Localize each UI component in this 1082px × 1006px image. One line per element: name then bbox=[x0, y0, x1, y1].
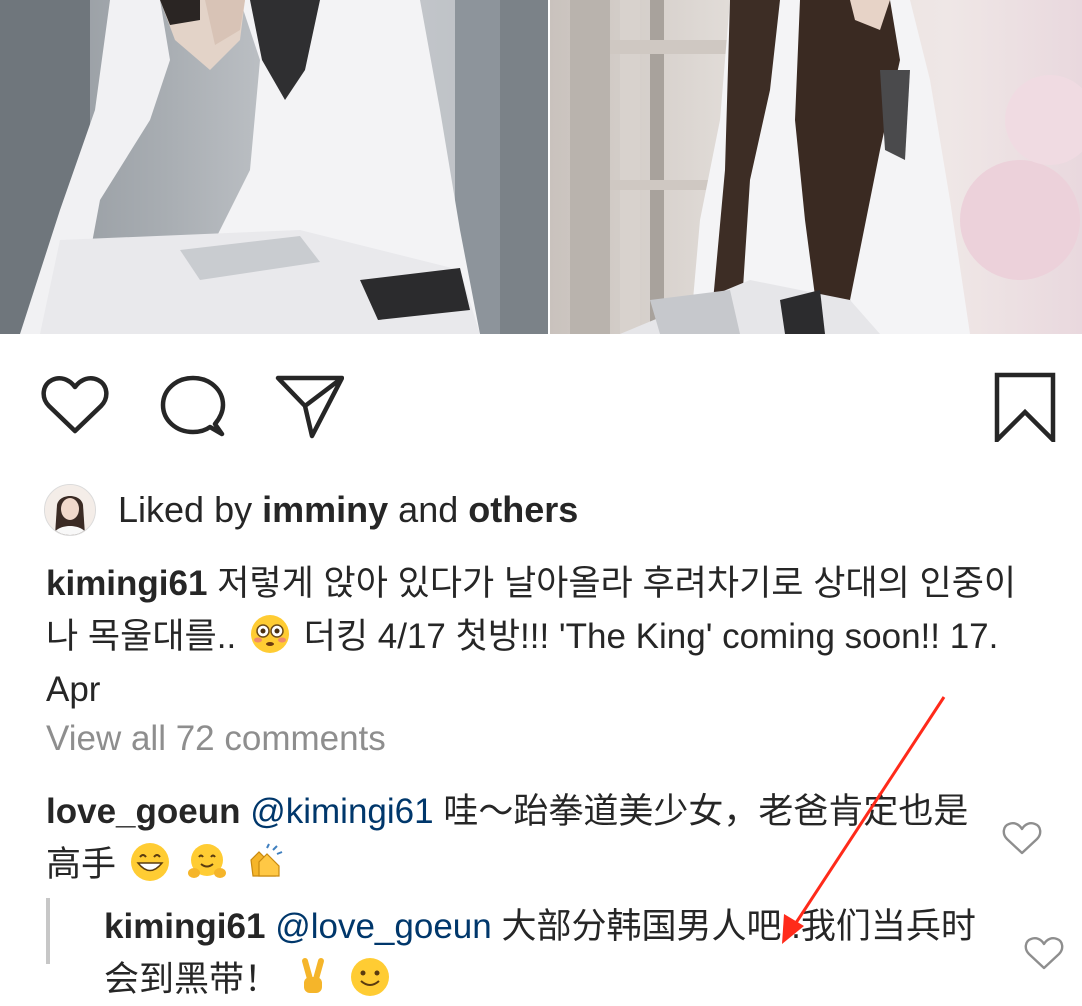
comment-item: love_goeun @kimingi61 哇～跆拳道美少女，老爸肯定也是高手 bbox=[46, 785, 1042, 891]
liked-by-prefix: Liked by bbox=[118, 489, 253, 530]
grinning-face-emoji bbox=[130, 843, 169, 881]
paper-plane-icon bbox=[275, 375, 345, 439]
share-button[interactable] bbox=[274, 370, 345, 440]
liked-by-joiner: and bbox=[398, 489, 459, 530]
comment-button[interactable] bbox=[158, 370, 228, 440]
post-caption: kimingi61 저렇게 앉아 있다가 날아올라 후려차기로 상대의 인중이나… bbox=[46, 557, 1036, 716]
heart-icon bbox=[41, 376, 109, 434]
like-button[interactable] bbox=[40, 370, 110, 440]
reply-mention[interactable]: @love_goeun bbox=[275, 907, 492, 946]
comment-mention[interactable]: @kimingi61 bbox=[250, 792, 433, 831]
liker-username[interactable]: imminy bbox=[262, 489, 388, 530]
view-all-comments-link[interactable]: View all 72 comments bbox=[46, 719, 386, 759]
bookmark-icon bbox=[994, 372, 1056, 446]
save-button[interactable] bbox=[990, 372, 1060, 446]
reply-item: kimingi61 @love_goeun 大部分韩国男人吧..我们当兵时会到黑… bbox=[104, 900, 984, 1006]
reply-username[interactable]: kimingi61 bbox=[104, 907, 265, 946]
liker-avatar[interactable] bbox=[44, 484, 96, 536]
liked-by-text: Liked by imminy and others bbox=[118, 489, 578, 531]
liked-by-row[interactable]: Liked by imminy and others bbox=[44, 484, 578, 536]
post-action-bar bbox=[0, 370, 1082, 450]
comment-like-button[interactable] bbox=[1002, 818, 1042, 858]
hugging-face-emoji bbox=[188, 844, 227, 878]
victory-hand-emoji bbox=[301, 958, 324, 993]
reply-thread-line bbox=[46, 898, 50, 964]
comment-bubble-icon bbox=[160, 375, 226, 437]
smiling-face-emoji bbox=[351, 958, 390, 996]
clapping-hands-emoji bbox=[250, 843, 283, 877]
reply-like-button[interactable] bbox=[1024, 933, 1064, 973]
comment-username[interactable]: love_goeun bbox=[46, 792, 240, 831]
flushed-face-emoji bbox=[250, 615, 289, 653]
liked-by-others[interactable]: others bbox=[468, 489, 578, 530]
caption-username[interactable]: kimingi61 bbox=[46, 564, 207, 603]
post-photo-right bbox=[550, 0, 1082, 334]
post-photo-left bbox=[0, 0, 548, 334]
post-media[interactable] bbox=[0, 0, 1082, 334]
